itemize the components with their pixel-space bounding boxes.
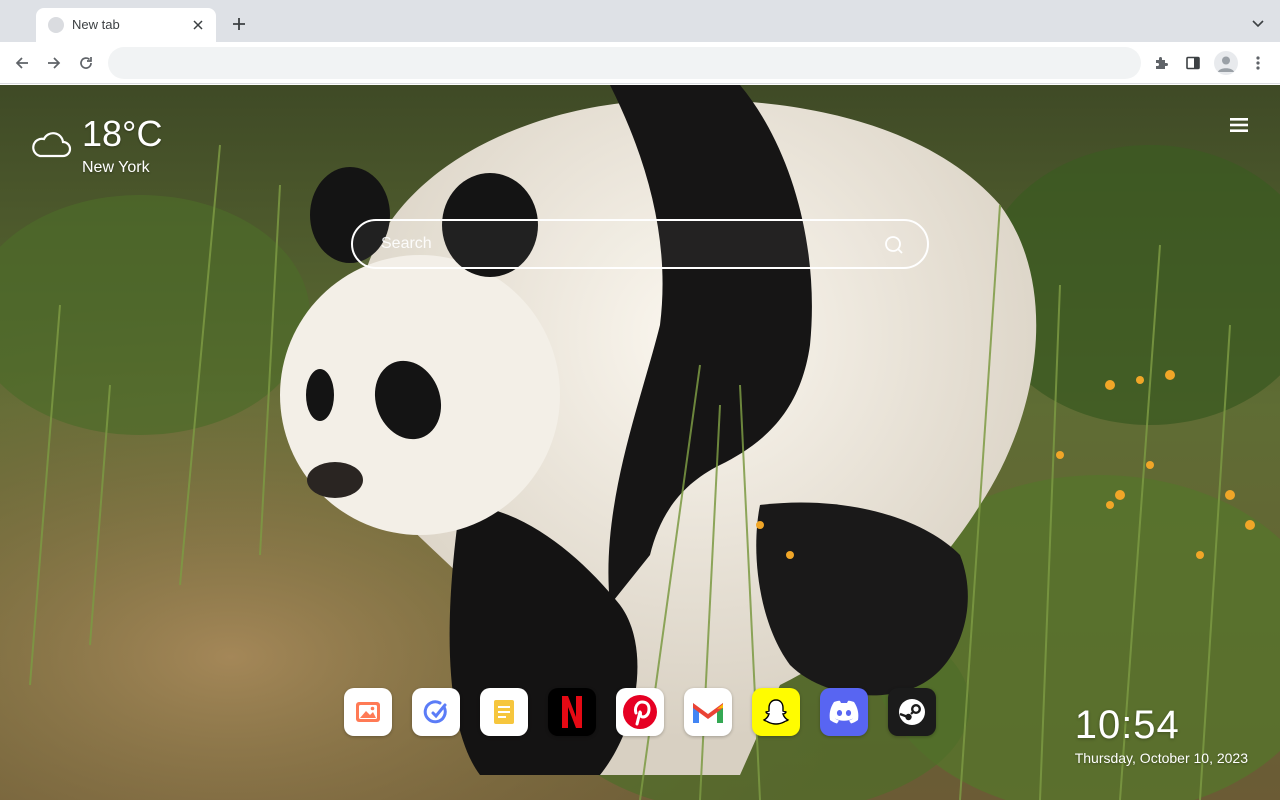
menu-icon[interactable] xyxy=(1228,115,1250,135)
forward-arrow-icon[interactable] xyxy=(42,51,66,75)
steam-icon xyxy=(899,699,925,725)
tab-new-tab[interactable]: New tab xyxy=(36,8,216,42)
clock-time: 10:54 xyxy=(1074,703,1180,747)
weather-temperature: 18°C xyxy=(82,113,163,154)
side-panel-icon[interactable] xyxy=(1181,51,1205,75)
address-bar[interactable] xyxy=(108,47,1141,79)
reload-icon[interactable] xyxy=(74,51,98,75)
close-icon[interactable] xyxy=(188,15,208,35)
clock-widget: 10:54 Thursday, October 10, 2023 xyxy=(1075,703,1248,766)
more-vert-icon[interactable] xyxy=(1246,51,1270,75)
search-input[interactable] xyxy=(381,221,861,267)
snapchat-icon xyxy=(762,699,790,725)
shortcut-discord[interactable] xyxy=(820,688,868,736)
gmail-icon xyxy=(693,703,723,723)
search-icon[interactable] xyxy=(883,234,905,256)
cloud-icon xyxy=(32,132,72,158)
search-bar[interactable] xyxy=(351,219,929,269)
note-icon xyxy=(494,700,514,724)
shortcut-steam[interactable] xyxy=(888,688,936,736)
shortcut-snapchat[interactable] xyxy=(752,688,800,736)
weather-city: New York xyxy=(82,159,150,176)
shortcut-photos[interactable] xyxy=(344,688,392,736)
tab-strip: New tab xyxy=(0,0,1280,42)
image-icon xyxy=(356,702,380,722)
discord-icon xyxy=(829,700,859,724)
chevron-down-icon[interactable] xyxy=(1248,14,1268,34)
plus-icon[interactable] xyxy=(228,13,250,35)
favicon-icon xyxy=(48,17,64,33)
shortcut-notes[interactable] xyxy=(480,688,528,736)
shortcut-netflix[interactable] xyxy=(548,688,596,736)
check-circle-icon xyxy=(423,700,447,724)
back-arrow-icon[interactable] xyxy=(10,51,34,75)
new-tab-page: 18°C New York Search 10:54 Thursday, Oct… xyxy=(0,85,1280,800)
shortcut-pinterest[interactable] xyxy=(616,688,664,736)
extensions-icon[interactable] xyxy=(1149,51,1173,75)
browser-toolbar xyxy=(0,42,1280,84)
tab-title: New tab xyxy=(72,17,120,32)
shortcut-gmail[interactable] xyxy=(684,688,732,736)
clock-date: Thursday, October 10, 2023 xyxy=(1074,750,1248,766)
pinterest-icon xyxy=(623,695,657,729)
netflix-icon xyxy=(562,696,582,728)
shortcut-tasks[interactable] xyxy=(412,688,460,736)
profile-icon[interactable] xyxy=(1214,51,1238,75)
